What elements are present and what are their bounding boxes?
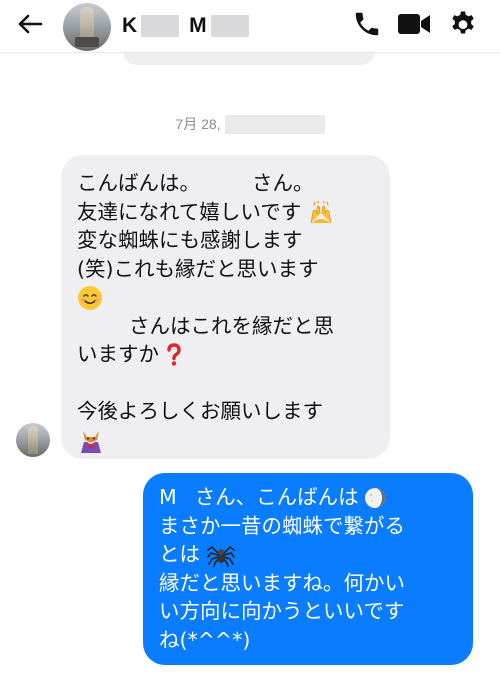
message-text: M <box>159 485 177 509</box>
message-text: い方向に向かうといいです <box>159 599 405 623</box>
smiling-face-icon <box>77 285 103 311</box>
voice-call-button[interactable] <box>350 9 384 43</box>
previous-message-bubble <box>123 53 375 65</box>
message-text: (笑)これも縁だと思います <box>77 256 319 281</box>
crescent-moon-icon <box>365 486 386 510</box>
chat-header: K M <box>0 0 500 53</box>
redacted-name-block <box>141 15 180 37</box>
contact-initial-first: K <box>122 14 138 37</box>
date-separator: 7月 28, <box>0 113 500 135</box>
message-text: 今後よろしくお願いします <box>77 399 323 423</box>
contact-initial-last: M <box>189 14 207 37</box>
messenger-chat-screen: K M 7月 28, こんばんは。 さん。 友達になれて嬉しいです 変な蜘蛛にも… <box>0 0 500 677</box>
message-list[interactable]: 7月 28, こんばんは。 さん。 友達になれて嬉しいです 変な蜘蛛にも感謝しま… <box>0 53 500 677</box>
date-text: 7月 28, <box>175 116 221 132</box>
fox-in-cape-icon <box>77 428 105 454</box>
settings-button[interactable] <box>446 9 480 43</box>
arrow-left-icon <box>17 13 43 39</box>
back-button[interactable] <box>10 9 50 43</box>
raising-hands-icon <box>308 200 334 225</box>
message-text: とは <box>159 542 200 566</box>
message-text: ね(*^^*) <box>159 627 251 652</box>
message-text: さんはこれを縁だと思 <box>129 313 334 338</box>
incoming-message-bubble[interactable]: こんばんは。 さん。 友達になれて嬉しいです 変な蜘蛛にも感謝します (笑)これも… <box>61 155 390 459</box>
message-text: さん、こんばんは <box>194 485 359 509</box>
contact-avatar[interactable] <box>63 3 111 51</box>
contact-avatar-small[interactable] <box>16 423 50 457</box>
redacted-date-block <box>224 114 325 134</box>
gear-icon <box>448 9 478 43</box>
video-call-button[interactable] <box>397 9 431 43</box>
video-camera-icon <box>397 11 431 41</box>
message-text: いますか <box>77 342 159 366</box>
message-text: さん。 <box>252 171 314 195</box>
outgoing-message-bubble[interactable]: M さん、こんばんは まさか一昔の蜘蛛で繋がる とは 縁だと思いますね。何かい … <box>143 473 473 665</box>
message-text: こんばんは。 <box>77 171 200 195</box>
message-text: 変な蜘蛛にも感謝します <box>77 228 303 252</box>
message-text: 縁だと思いますね。何かい <box>159 570 405 595</box>
red-question-mark-icon <box>166 343 182 367</box>
phone-icon <box>352 9 382 43</box>
redacted-name-block <box>210 15 249 37</box>
contact-name[interactable]: K M <box>122 12 249 40</box>
message-text: 友達になれて嬉しいです <box>77 199 302 224</box>
spider-icon <box>206 543 235 567</box>
message-text: まさか一昔の蜘蛛で繋がる <box>159 513 405 538</box>
